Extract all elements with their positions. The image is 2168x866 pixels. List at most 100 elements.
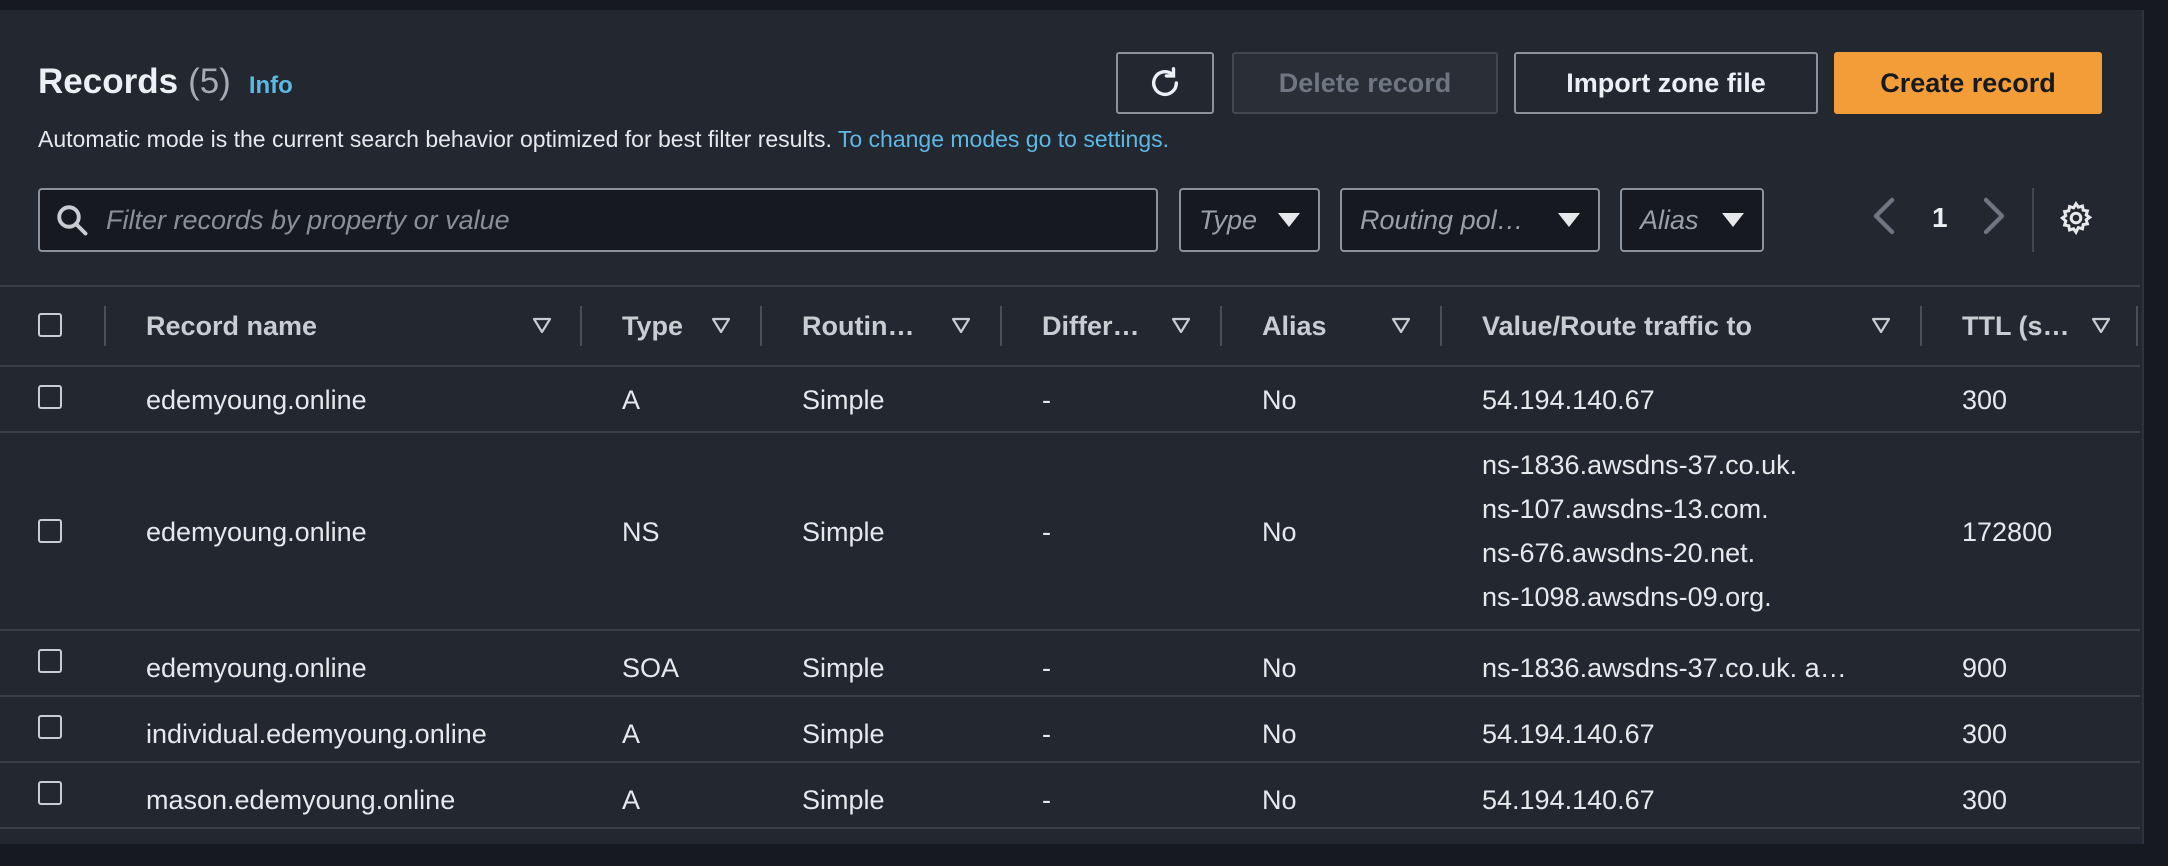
value-line: ns-107.awsdns-13.com.: [1482, 494, 1769, 524]
column-header-alias[interactable]: Alias: [1262, 311, 1327, 342]
search-mode-description: Automatic mode is the current search beh…: [38, 126, 1169, 153]
record-name-cell: edemyoung.online: [146, 653, 367, 683]
column-header-ttl[interactable]: TTL (s…: [1962, 311, 2070, 342]
search-icon: [57, 205, 88, 236]
table-row[interactable]: mason.edemyoung.online A Simple - No 54.…: [0, 763, 2140, 829]
refresh-icon: [1151, 67, 1179, 96]
column-header-differentiator[interactable]: Differ…: [1042, 311, 1140, 342]
ttl-cell: 300: [1962, 385, 2008, 415]
differentiator-cell: -: [1042, 785, 1051, 815]
sort-icon[interactable]: [1871, 317, 1891, 335]
alias-cell: No: [1262, 785, 1297, 815]
sort-icon[interactable]: [2091, 317, 2111, 335]
delete-record-button[interactable]: Delete record: [1232, 52, 1498, 114]
chevron-left-icon[interactable]: [1870, 196, 1898, 236]
column-divider: [1000, 306, 1002, 346]
chevron-right-icon[interactable]: [1980, 196, 2008, 236]
routing-cell: Simple: [802, 719, 885, 749]
type-cell: A: [622, 719, 641, 749]
column-divider: [760, 306, 762, 346]
column-divider: [580, 306, 582, 346]
alias-cell: No: [1262, 517, 1297, 547]
sort-icon[interactable]: [711, 317, 731, 335]
current-page[interactable]: 1: [1932, 202, 1948, 234]
refresh-button[interactable]: [1116, 52, 1214, 114]
records-panel: Records (5) Info Automatic mode is the c…: [0, 10, 2144, 844]
ttl-cell: 300: [1962, 785, 2008, 815]
differentiator-cell: -: [1042, 385, 1051, 415]
alias-cell: No: [1262, 719, 1297, 749]
records-table: Record name Type Routin… Differ… Alias V…: [0, 285, 2140, 829]
row-checkbox[interactable]: [38, 385, 62, 409]
ttl-cell: 172800: [1962, 517, 2053, 547]
row-checkbox[interactable]: [38, 649, 62, 673]
sort-icon[interactable]: [532, 317, 552, 335]
column-header-routing[interactable]: Routin…: [802, 311, 914, 342]
alias-cell: No: [1262, 653, 1297, 683]
column-divider: [1220, 306, 1222, 346]
type-filter-select[interactable]: Type: [1179, 188, 1320, 252]
value-cell: 54.194.140.67: [1482, 385, 1655, 415]
select-all-checkbox[interactable]: [38, 313, 62, 337]
row-checkbox[interactable]: [38, 519, 62, 543]
ttl-cell: 300: [1962, 719, 2008, 749]
differentiator-cell: -: [1042, 719, 1051, 749]
table-header: Record name Type Routin… Differ… Alias V…: [0, 285, 2140, 367]
type-cell: NS: [622, 517, 660, 547]
value-cell: 54.194.140.67: [1482, 719, 1655, 749]
import-zone-file-button[interactable]: Import zone file: [1514, 52, 1818, 114]
settings-link[interactable]: To change modes go to settings.: [838, 126, 1169, 152]
sort-icon[interactable]: [1171, 317, 1191, 335]
filter-search[interactable]: [38, 188, 1158, 252]
value-line: ns-676.awsdns-20.net.: [1482, 538, 1756, 568]
table-row[interactable]: edemyoung.online NS Simple - No ns-1836.…: [0, 433, 2140, 631]
pager-divider: [2032, 188, 2034, 252]
alias-filter-select[interactable]: Alias: [1620, 188, 1764, 252]
routing-cell: Simple: [802, 785, 885, 815]
info-link[interactable]: Info: [249, 72, 293, 100]
column-header-type[interactable]: Type: [622, 311, 683, 342]
sort-icon[interactable]: [951, 317, 971, 335]
differentiator-cell: -: [1042, 653, 1051, 683]
record-name-cell: individual.edemyoung.online: [146, 719, 487, 749]
create-record-button[interactable]: Create record: [1834, 52, 2102, 114]
differentiator-cell: -: [1042, 517, 1051, 547]
value-cell: 54.194.140.67: [1482, 785, 1655, 815]
caret-down-icon: [1278, 213, 1300, 227]
routing-filter-label: Routing pol…: [1360, 204, 1524, 235]
sort-icon[interactable]: [1391, 317, 1411, 335]
record-name-cell: edemyoung.online: [146, 517, 367, 547]
value-line: ns-1836.awsdns-37.co.uk.: [1482, 450, 1798, 480]
type-filter-label: Type: [1199, 204, 1258, 235]
description-text: Automatic mode is the current search beh…: [38, 126, 832, 152]
column-header-record-name[interactable]: Record name: [146, 311, 317, 342]
ttl-cell: 900: [1962, 653, 2008, 683]
value-line: ns-1098.awsdns-09.org.: [1482, 582, 1772, 612]
column-header-value[interactable]: Value/Route traffic to: [1482, 311, 1752, 342]
alias-filter-label: Alias: [1640, 204, 1699, 235]
routing-policy-filter-select[interactable]: Routing pol…: [1340, 188, 1600, 252]
table-row[interactable]: edemyoung.online A Simple - No 54.194.14…: [0, 367, 2140, 433]
routing-cell: Simple: [802, 653, 885, 683]
value-cell: ns-1836.awsdns-37.co.uk. ns-107.awsdns-1…: [1482, 443, 1797, 619]
record-name-cell: edemyoung.online: [146, 385, 367, 415]
record-count: (5): [188, 62, 231, 101]
column-divider: [104, 306, 106, 346]
type-cell: SOA: [622, 653, 680, 683]
value-cell: ns-1836.awsdns-37.co.uk. a…: [1482, 653, 1847, 683]
column-divider: [1440, 306, 1442, 346]
column-divider: [2136, 306, 2138, 346]
alias-cell: No: [1262, 385, 1297, 415]
search-input[interactable]: [104, 203, 1156, 237]
page-title: Records: [38, 62, 179, 101]
column-divider: [1920, 306, 1922, 346]
row-checkbox[interactable]: [38, 781, 62, 805]
routing-cell: Simple: [802, 517, 885, 547]
gear-icon[interactable]: [2058, 200, 2094, 236]
type-cell: A: [622, 785, 641, 815]
records-header: Records (5) Info: [38, 62, 293, 102]
table-row[interactable]: edemyoung.online SOA Simple - No ns-1836…: [0, 631, 2140, 697]
caret-down-icon: [1722, 213, 1744, 227]
table-row[interactable]: individual.edemyoung.online A Simple - N…: [0, 697, 2140, 763]
row-checkbox[interactable]: [38, 715, 62, 739]
